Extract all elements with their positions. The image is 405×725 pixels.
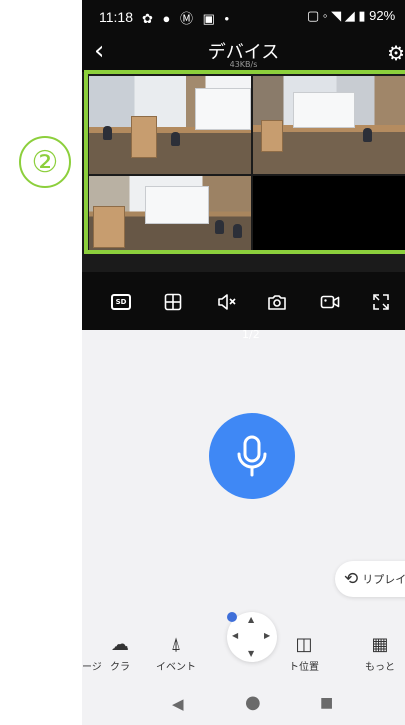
nav-item-partial[interactable]: ージ: [82, 634, 102, 673]
push-to-talk-button[interactable]: [209, 413, 295, 499]
grid-icon: [164, 293, 182, 311]
arrow-left-icon: ◀: [232, 631, 239, 640]
ptz-control-button[interactable]: ▲ ▼ ◀ ▶: [227, 612, 277, 662]
replay-icon: ⟲: [344, 569, 359, 589]
nav-item-more[interactable]: ▦ もっと: [365, 634, 395, 673]
nav-item-event[interactable]: ⍋ イベント: [156, 634, 196, 673]
replay-button[interactable]: ⟲ リプレイ: [335, 561, 405, 597]
sd-card-icon: SD: [111, 294, 131, 310]
nav-item-cloud[interactable]: ☁ クラ: [110, 634, 130, 673]
status-right: ▢ ◦ ◥ ◢ ▮ 92%: [307, 8, 395, 24]
status-bar: 11:18 ✿ ● Ⓜ ▣ • ▢ ◦ ◥ ◢ ▮ 92%: [82, 0, 405, 34]
back-triangle-icon[interactable]: ◀: [172, 695, 184, 713]
camera-icon: [268, 295, 286, 310]
replay-label: リプレイ: [362, 573, 405, 586]
system-nav-bar: ◀ ● ■: [82, 684, 405, 725]
annotation-number-2: ②: [19, 136, 71, 188]
fullscreen-icon: [373, 294, 389, 310]
battery-level: 92%: [369, 8, 396, 23]
gear-icon[interactable]: ⚙: [387, 41, 405, 65]
stream-speed: 43KB/s: [229, 60, 258, 69]
recents-square-icon[interactable]: ■: [320, 695, 333, 711]
arrow-right-icon: ▶: [264, 631, 271, 640]
sd-card-button[interactable]: SD: [109, 290, 133, 314]
snapshot-button[interactable]: [265, 290, 289, 314]
dpad-center: [227, 612, 237, 622]
video-record-icon: [320, 295, 340, 309]
record-button[interactable]: [318, 290, 342, 314]
grid-layout-button[interactable]: [161, 290, 185, 314]
arrow-down-icon: ▼: [248, 649, 255, 658]
app-header: ‹ デバイス 43KB/s ⚙: [82, 34, 405, 72]
microphone-icon: [237, 435, 267, 477]
home-circle-icon[interactable]: ●: [245, 692, 261, 713]
speaker-muted-icon: [218, 294, 236, 310]
mute-button[interactable]: [215, 290, 239, 314]
map-icon: ◫: [295, 634, 313, 655]
arrow-up-icon: ▲: [248, 615, 255, 624]
alarm-icon: ⍋: [170, 634, 182, 655]
cloud-icon: ☁: [111, 634, 129, 655]
signal-icon: ▢ ◦ ◥ ◢ ▮: [307, 8, 366, 23]
phone-screen: 11:18 ✿ ● Ⓜ ▣ • ▢ ◦ ◥ ◢ ▮ 92% ‹ デバイス 43K…: [82, 0, 405, 725]
notification-icons: ✿ ● Ⓜ ▣ •: [142, 11, 233, 26]
player-toolbar: SD: [82, 272, 405, 330]
status-time: 11:18: [99, 9, 133, 25]
fullscreen-button[interactable]: [369, 290, 393, 314]
highlight-frame: [84, 70, 405, 254]
nav-item-preset-position[interactable]: ◫ ト位置: [289, 634, 319, 673]
apps-grid-icon: ▦: [371, 634, 389, 655]
